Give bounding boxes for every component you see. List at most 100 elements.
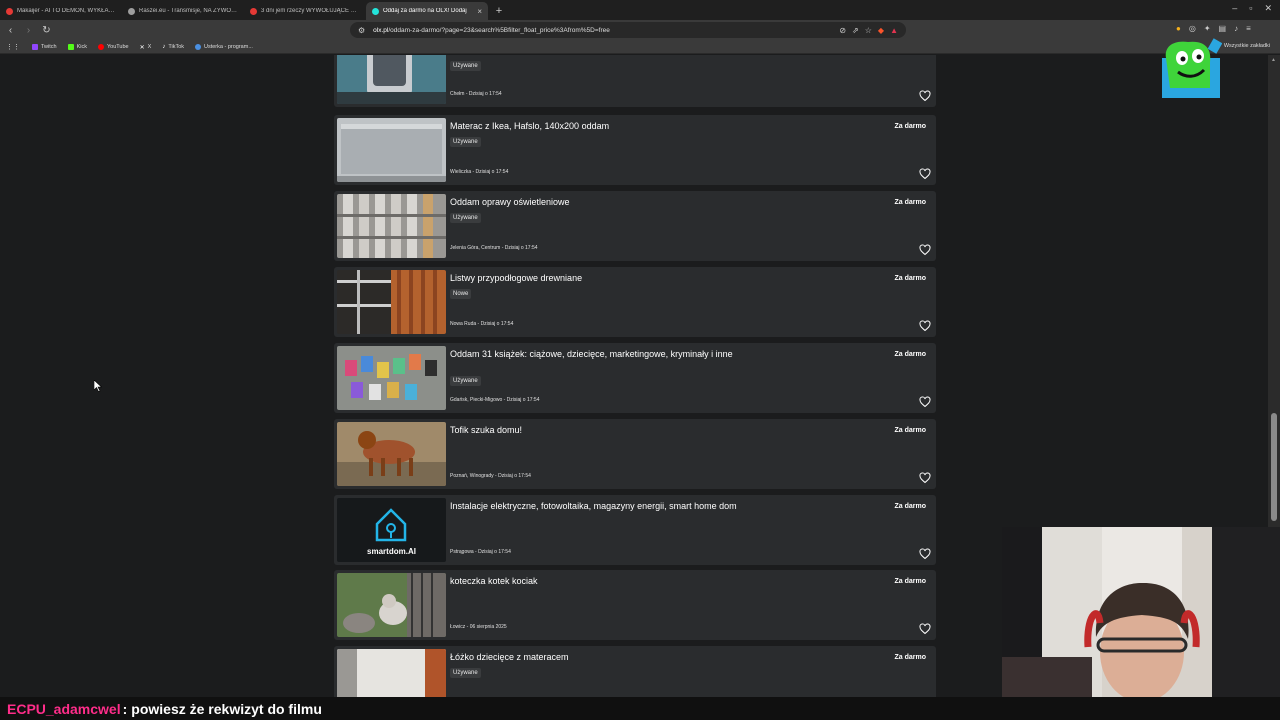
webcam-overlay	[1002, 527, 1280, 720]
listing-card[interactable]: koteczka kotek kociak Za darmo Łowicz - …	[334, 570, 936, 640]
tab-favicon-icon	[372, 7, 379, 15]
listing-photo[interactable]	[337, 55, 446, 104]
listing-price: Za darmo	[894, 351, 926, 358]
listing-card[interactable]: Oddam oprawy oświetleniowe Używane Za da…	[334, 191, 936, 261]
tab-favicon-icon	[6, 7, 13, 15]
extensions-icon[interactable]: ✦	[1204, 24, 1211, 33]
listing-price: Za darmo	[894, 123, 926, 130]
listing-photo[interactable]	[337, 270, 446, 334]
back-icon[interactable]: ‹	[3, 25, 18, 36]
listing-card[interactable]: Używane Chełm - Dzisiaj o 17:54	[334, 55, 936, 107]
scroll-up-icon[interactable]: ▲	[1271, 57, 1276, 63]
wallet-icon[interactable]: ●	[1176, 24, 1181, 33]
maximize-icon[interactable]: ▫	[1249, 3, 1252, 14]
bookmark-usterka[interactable]: Usterka - program...	[195, 43, 253, 50]
chat-separator: :	[122, 700, 128, 717]
bookmark-tiktok[interactable]: ♪ TikTok	[162, 44, 184, 50]
star-icon[interactable]: ☆	[865, 26, 872, 35]
extensions-area: ● ◎ ✦ ▤ ♪ ≡	[1176, 24, 1251, 33]
reload-icon[interactable]: ↻	[39, 25, 54, 36]
bookmark-youtube[interactable]: YouTube	[97, 43, 129, 50]
listing-card[interactable]: Materac z Ikea, Hafslo, 140x200 oddam Uż…	[334, 115, 936, 185]
heart-icon[interactable]	[919, 396, 931, 408]
listing-price: Za darmo	[894, 503, 926, 510]
url-host: olx.pl	[373, 26, 389, 34]
bookmark-kick[interactable]: Kick	[67, 43, 87, 50]
vpn-icon[interactable]: ◎	[1189, 24, 1196, 33]
listing-photo[interactable]	[337, 194, 446, 258]
tab-title: Oddaj za darmo na OLX! Dodaj	[383, 8, 467, 14]
listing-title[interactable]: Materac z Ikea, Hafslo, 140x200 oddam	[450, 121, 750, 132]
mouse-cursor-icon	[94, 380, 102, 392]
close-window-icon[interactable]: ✕	[1264, 3, 1272, 14]
listing-title[interactable]: Oddam oprawy oświetleniowe	[450, 197, 750, 208]
address-bar[interactable]: ⚙ olx.pl/oddam-za-darmo/?page=23&search%…	[350, 22, 906, 38]
heart-icon[interactable]	[919, 320, 931, 332]
browser-tab[interactable]: Makaijer - AI TO DEMON, WYKŁADY	[0, 2, 122, 20]
listing-photo[interactable]	[337, 573, 446, 637]
listing-price: Za darmo	[894, 578, 926, 585]
chat-message: powiesz że rekwizyt do filmu	[131, 700, 322, 717]
tab-title: 3 dni jem rzeczy WYWOŁUJĄCE PIERŚ	[261, 8, 360, 14]
minimize-icon[interactable]: –	[1232, 3, 1237, 14]
bookmark-x[interactable]: ✕ X	[139, 44, 152, 51]
heart-icon[interactable]	[919, 548, 931, 560]
forward-icon[interactable]: ›	[21, 25, 36, 36]
sidebar-icon[interactable]: ▤	[1219, 24, 1227, 33]
listing-card[interactable]: Listwy przypodłogowe drewniane Nowe Za d…	[334, 267, 936, 337]
listing-price: Za darmo	[894, 654, 926, 661]
listing-card[interactable]: Oddam 31 książek: ciążowe, dziecięce, ma…	[334, 343, 936, 413]
profile-icon[interactable]: ♪	[1234, 24, 1238, 33]
chat-username: ECPU_adamcwel	[7, 700, 121, 717]
heart-icon[interactable]	[919, 244, 931, 256]
heart-icon[interactable]	[919, 623, 931, 635]
browser-tab-active[interactable]: Oddaj za darmo na OLX! Dodaj ×	[366, 2, 488, 20]
green-mascot-logo	[1162, 38, 1222, 98]
listing-photo[interactable]	[337, 422, 446, 486]
listing-photo[interactable]	[337, 346, 446, 410]
listing-title[interactable]: Instalacje elektryczne, fotowoltaika, ma…	[450, 501, 750, 512]
heart-icon[interactable]	[919, 472, 931, 484]
listing-location: Łowicz - 06 sierpnia 2025	[450, 624, 507, 630]
condition-badge: Używane	[450, 61, 481, 71]
x-logo-icon: ✕	[139, 44, 145, 51]
listing-location: Jelenia Góra, Centrum - Dzisiaj o 17:54	[450, 245, 538, 251]
listing-price: Za darmo	[894, 199, 926, 206]
youtube-icon	[97, 43, 104, 50]
site-info-icon[interactable]: ⚙	[358, 26, 365, 35]
share-icon[interactable]: ⇗	[852, 26, 859, 35]
brave-shield-icon[interactable]: ◆	[878, 26, 884, 35]
listing-card[interactable]: smartdom.AI Instalacje elektryczne, foto…	[334, 495, 936, 565]
logo-text: smartdom.AI	[367, 547, 416, 556]
close-tab-icon[interactable]: ×	[477, 7, 482, 16]
browser-tab[interactable]: 3 dni jem rzeczy WYWOŁUJĄCE PIERŚ	[244, 2, 366, 20]
all-bookmarks-button[interactable]: Wszystkie zakładki	[1224, 43, 1270, 49]
rewards-icon[interactable]: ▲	[890, 26, 898, 35]
heart-icon[interactable]	[919, 90, 931, 102]
bookmarks-bar: ⋮⋮ Twitch Kick YouTube ✕ X ♪ TikTok Usterk…	[0, 40, 1280, 54]
condition-badge: Nowe	[450, 289, 472, 299]
listing-price: Za darmo	[894, 275, 926, 282]
listing-title[interactable]: koteczka kotek kociak	[450, 576, 750, 587]
browser-tab[interactable]: Raszei.eu - Transmisje, NA ŻYWO | U	[122, 2, 244, 20]
address-bar-actions: ⊘ ⇗ ☆ ◆ ▲	[839, 26, 898, 35]
listing-location: Chełm - Dzisiaj o 17:54	[450, 91, 502, 97]
listing-title[interactable]: Oddam 31 książek: ciążowe, dziecięce, ma…	[450, 349, 750, 360]
eye-off-icon[interactable]: ⊘	[839, 26, 846, 35]
scrollbar-thumb[interactable]	[1271, 413, 1277, 521]
new-tab-button[interactable]: +	[492, 2, 506, 20]
listing-card[interactable]: Tofik szuka domu! Za darmo Poznań, Winog…	[334, 419, 936, 489]
heart-icon[interactable]	[919, 168, 931, 180]
browser-toolbar: ‹ › ↻ ⚙ olx.pl/oddam-za-darmo/?page=23&s…	[0, 20, 1280, 40]
listing-location: Gdańsk, Piecki-Migowo - Dzisiaj o 17:54	[450, 397, 540, 403]
menu-icon[interactable]: ≡	[1246, 24, 1251, 33]
apps-grid-icon[interactable]: ⋮⋮	[6, 43, 20, 51]
listing-title[interactable]: Łóżko dziecięce z materacem	[450, 652, 750, 663]
listing-location: Poznań, Winogrady - Dzisiaj o 17:54	[450, 473, 531, 479]
listing-title[interactable]: Listwy przypodłogowe drewniane	[450, 273, 750, 284]
listing-photo[interactable]	[337, 118, 446, 182]
listing-title[interactable]: Tofik szuka domu!	[450, 425, 750, 436]
listing-photo[interactable]: smartdom.AI	[337, 498, 446, 562]
bookmark-twitch[interactable]: Twitch	[32, 43, 57, 50]
window-controls: – ▫ ✕	[1232, 3, 1272, 14]
